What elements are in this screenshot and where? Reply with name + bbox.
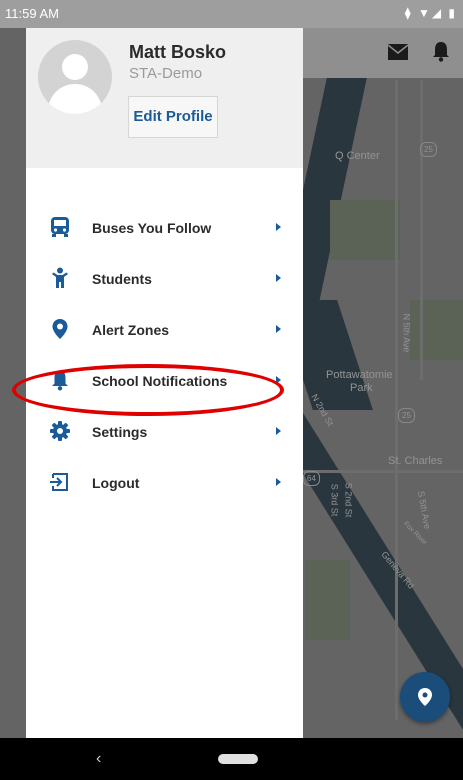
menu-item-label: Alert Zones bbox=[92, 322, 170, 338]
menu-item-alert-zones[interactable]: Alert Zones bbox=[26, 305, 303, 356]
avatar-body bbox=[48, 84, 102, 114]
notifications-bell-icon[interactable] bbox=[431, 40, 451, 62]
chevron-right-icon bbox=[276, 478, 281, 486]
student-icon bbox=[52, 267, 68, 288]
bus-icon bbox=[51, 217, 69, 237]
user-name: Matt Bosko bbox=[129, 42, 227, 62]
system-status-icons: ⧫ ▼◢ ▮ bbox=[404, 6, 457, 20]
location-fab-button[interactable] bbox=[400, 672, 450, 722]
gear-icon bbox=[50, 421, 70, 441]
location-pin-icon bbox=[418, 688, 432, 706]
menu-item-logout[interactable]: Logout bbox=[26, 458, 303, 509]
logout-icon bbox=[50, 473, 68, 491]
status-bar: 11:59 AM ⧫ ▼◢ ▮ bbox=[0, 0, 463, 28]
chevron-right-icon bbox=[276, 274, 281, 282]
drawer-header: Matt Bosko STA-Demo Edit Profile bbox=[26, 28, 303, 168]
highlight-annotation-ellipse bbox=[12, 364, 284, 416]
mail-icon[interactable] bbox=[387, 43, 409, 61]
system-navigation-bar: ‹ bbox=[0, 738, 463, 780]
menu-item-label: Buses You Follow bbox=[92, 220, 212, 236]
menu-item-label: Settings bbox=[92, 424, 148, 440]
edit-profile-button[interactable]: Edit Profile bbox=[128, 96, 218, 138]
user-organization: STA-Demo bbox=[129, 65, 203, 82]
chevron-right-icon bbox=[276, 325, 281, 333]
location-pin-icon bbox=[52, 319, 68, 339]
menu-item-label: Logout bbox=[92, 475, 140, 491]
app-toolbar bbox=[303, 28, 463, 78]
avatar[interactable] bbox=[38, 40, 112, 114]
drawer-menu: Buses You Follow Students Alert Zones Sc… bbox=[26, 203, 303, 509]
menu-item-buses-you-follow[interactable]: Buses You Follow bbox=[26, 203, 303, 254]
avatar-head bbox=[62, 54, 88, 80]
menu-item-students[interactable]: Students bbox=[26, 254, 303, 305]
chevron-right-icon bbox=[276, 223, 281, 231]
menu-item-label: Students bbox=[92, 271, 152, 287]
chevron-right-icon bbox=[276, 427, 281, 435]
home-pill-icon[interactable] bbox=[218, 754, 258, 764]
status-time: 11:59 AM bbox=[5, 6, 59, 21]
back-icon[interactable]: ‹ bbox=[96, 750, 101, 768]
